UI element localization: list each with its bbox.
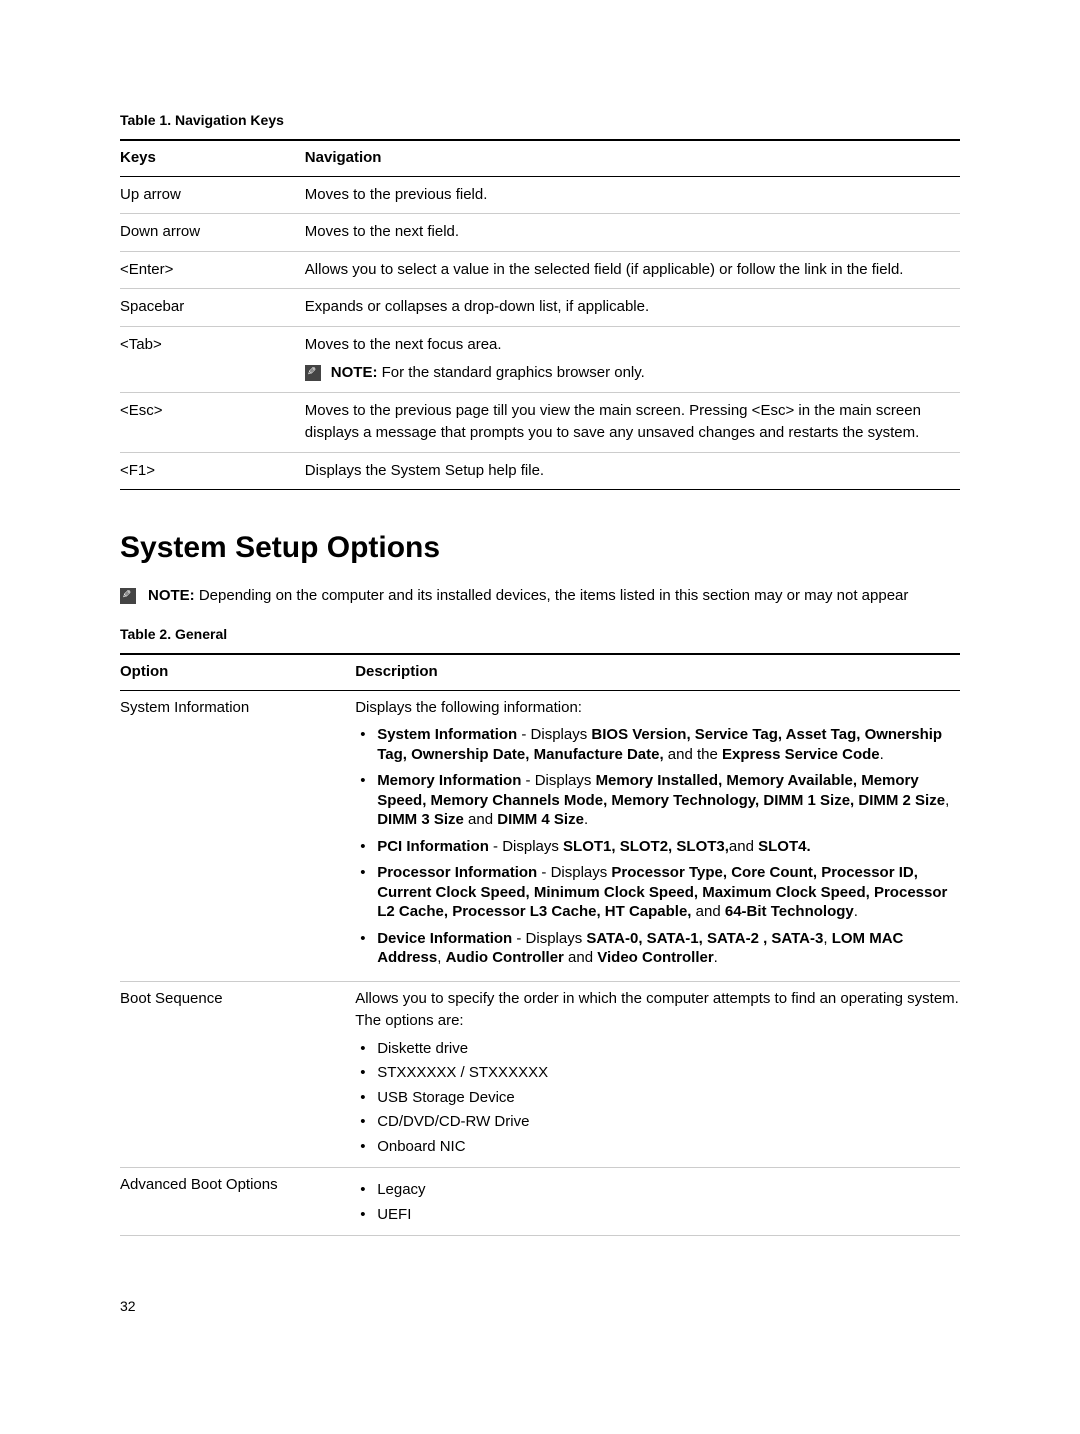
general-table: Option Description System Information Di… [120, 653, 960, 1236]
desc-advboot: Legacy UEFI [355, 1168, 960, 1236]
section-heading: System Setup Options [120, 525, 960, 570]
list-item: Processor Information - Displays Process… [355, 863, 960, 922]
table-row: System Information Displays the followin… [120, 690, 960, 981]
th-keys: Keys [120, 140, 305, 176]
table-row: <Enter>Allows you to select a value in t… [120, 251, 960, 289]
sysinfo-pre: Displays the following information: [355, 697, 960, 720]
list-item: Memory Information - Displays Memory Ins… [355, 771, 960, 830]
list-item: CD/DVD/CD-RW Drive [355, 1112, 960, 1132]
note-icon [305, 365, 321, 381]
option-advboot: Advanced Boot Options [120, 1168, 355, 1236]
nav-key: Spacebar [120, 289, 305, 327]
table-row: Down arrowMoves to the next field. [120, 214, 960, 252]
nav-key: Down arrow [120, 214, 305, 252]
nav-desc: Moves to the next field. [305, 214, 960, 252]
th-option: Option [120, 654, 355, 690]
note-text: NOTE: For the standard graphics browser … [331, 362, 645, 385]
list-item: Legacy [355, 1180, 960, 1200]
table-row: <F1>Displays the System Setup help file. [120, 452, 960, 490]
sysinfo-bullets: System Information - Displays BIOS Versi… [355, 725, 960, 968]
nav-key: <Tab> [120, 326, 305, 392]
th-description: Description [355, 654, 960, 690]
nav-desc: Allows you to select a value in the sele… [305, 251, 960, 289]
list-item: PCI Information - Displays SLOT1, SLOT2,… [355, 837, 960, 857]
nav-key: <Enter> [120, 251, 305, 289]
th-navigation: Navigation [305, 140, 960, 176]
nav-desc-text: Expands or collapses a drop-down list, i… [305, 296, 960, 319]
table1-caption: Table 1. Navigation Keys [120, 110, 960, 131]
list-item: UEFI [355, 1205, 960, 1225]
nav-desc: Expands or collapses a drop-down list, i… [305, 289, 960, 327]
nav-desc-text: Moves to the next focus area. [305, 334, 960, 357]
note-icon [120, 588, 136, 604]
intro-note-text: NOTE: Depending on the computer and its … [148, 585, 908, 606]
navigation-keys-table: Keys Navigation Up arrowMoves to the pre… [120, 139, 960, 490]
desc-sysinfo: Displays the following information: Syst… [355, 690, 960, 981]
nav-desc-text: Moves to the previous field. [305, 184, 960, 207]
list-item: Onboard NIC [355, 1137, 960, 1157]
nav-key: <Esc> [120, 392, 305, 452]
nav-desc: Moves to the previous field. [305, 176, 960, 214]
bootseq-bullets: Diskette drive STXXXXXX / STXXXXXX USB Sto… [355, 1039, 960, 1157]
nav-key: Up arrow [120, 176, 305, 214]
bootseq-pre: Allows you to specify the order in which… [355, 988, 960, 1033]
table-row: SpacebarExpands or collapses a drop-down… [120, 289, 960, 327]
nav-desc: Moves to the next focus area. NOTE: For t… [305, 326, 960, 392]
nav-desc-text: Moves to the previous page till you view… [305, 400, 960, 445]
list-item: USB Storage Device [355, 1088, 960, 1108]
table-row: Advanced Boot Options Legacy UEFI [120, 1168, 960, 1236]
note-line: NOTE: For the standard graphics browser … [305, 362, 960, 385]
nav-desc-text: Allows you to select a value in the sele… [305, 259, 960, 282]
list-item: Device Information - Displays SATA-0, SA… [355, 929, 960, 968]
option-bootseq: Boot Sequence [120, 981, 355, 1168]
list-item: STXXXXXX / STXXXXXX [355, 1063, 960, 1083]
table-row: <Esc>Moves to the previous page till you… [120, 392, 960, 452]
page-number: 32 [120, 1296, 960, 1317]
nav-desc: Moves to the previous page till you view… [305, 392, 960, 452]
table-row: Up arrowMoves to the previous field. [120, 176, 960, 214]
table-row: Boot Sequence Allows you to specify the … [120, 981, 960, 1168]
intro-note: NOTE: Depending on the computer and its … [120, 585, 960, 606]
advboot-bullets: Legacy UEFI [355, 1180, 960, 1224]
table2-caption: Table 2. General [120, 624, 960, 645]
nav-key: <F1> [120, 452, 305, 490]
desc-bootseq: Allows you to specify the order in which… [355, 981, 960, 1168]
nav-desc-text: Moves to the next field. [305, 221, 960, 244]
nav-desc-text: Displays the System Setup help file. [305, 460, 960, 483]
list-item: System Information - Displays BIOS Versi… [355, 725, 960, 764]
nav-desc: Displays the System Setup help file. [305, 452, 960, 490]
table-row: <Tab>Moves to the next focus area. NOTE: … [120, 326, 960, 392]
option-sysinfo: System Information [120, 690, 355, 981]
list-item: Diskette drive [355, 1039, 960, 1059]
